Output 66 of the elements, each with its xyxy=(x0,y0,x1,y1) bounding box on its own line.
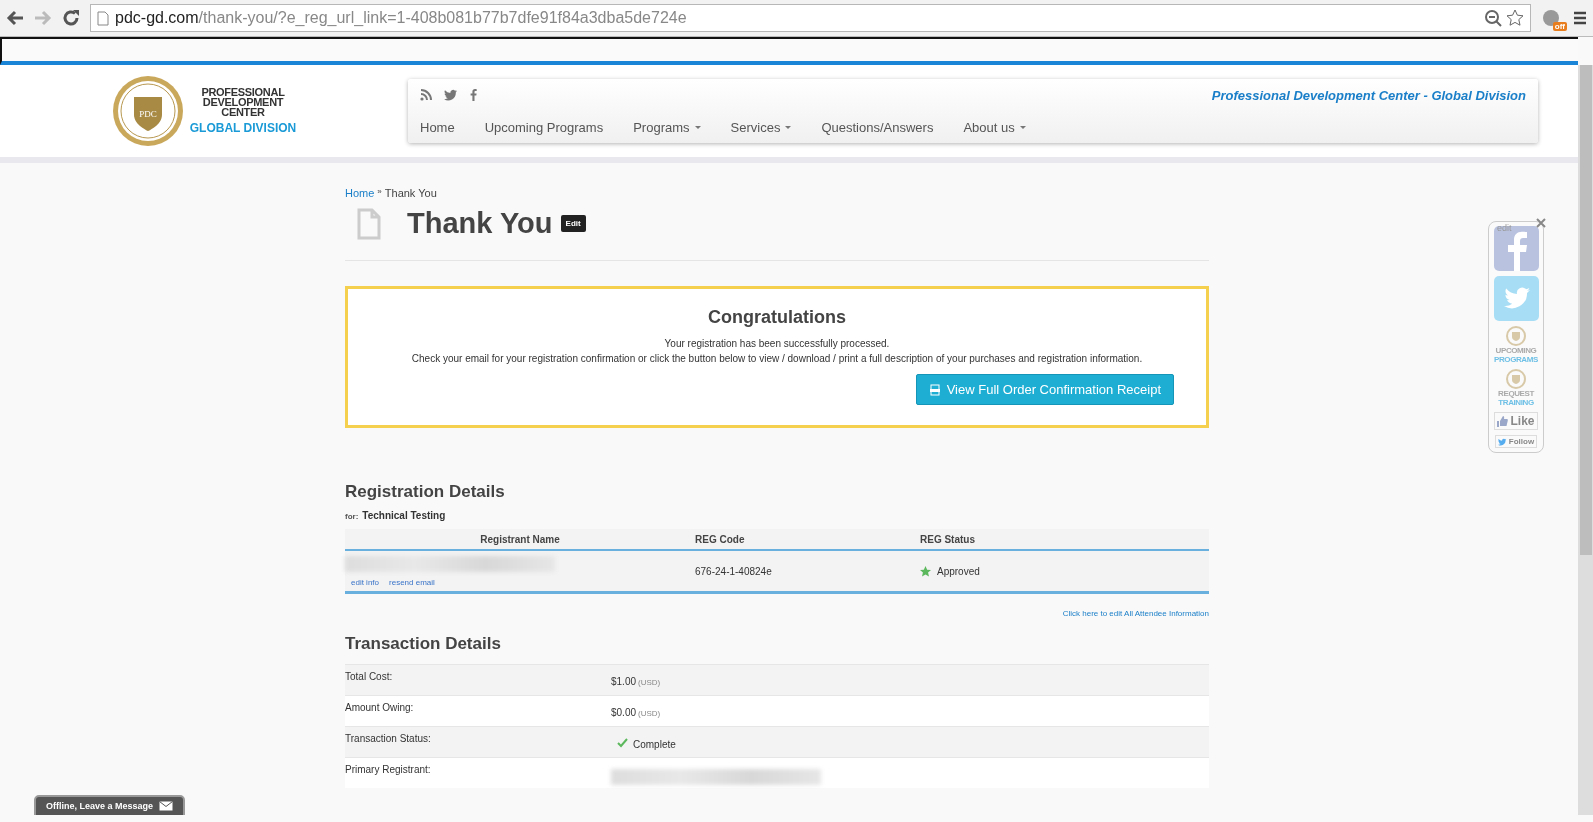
bird-icon xyxy=(1497,437,1507,446)
nav-link[interactable]: Upcoming Programs xyxy=(484,119,604,135)
field-value: Complete xyxy=(633,739,676,750)
row-action-link[interactable]: resend email xyxy=(389,577,435,587)
field-value: $1.00 xyxy=(611,676,637,687)
document-icon xyxy=(928,383,941,396)
section-title: Transaction Details xyxy=(345,634,502,654)
section-title: Registration Details xyxy=(345,482,506,502)
notice-title: Congratulations xyxy=(708,307,846,328)
badge-label[interactable]: UPCOMING xyxy=(1495,346,1537,355)
star-icon[interactable] xyxy=(1506,9,1524,27)
nav-link[interactable]: Home xyxy=(420,119,455,135)
page-icon xyxy=(97,10,109,26)
nav-link[interactable]: Questions/Answers xyxy=(821,119,934,135)
page-title: Thank You xyxy=(407,207,553,240)
breadcrumb-link[interactable]: Home xyxy=(345,187,375,199)
thumbs-up-icon xyxy=(1497,415,1509,427)
back-button[interactable] xyxy=(6,10,24,26)
currency-label: (USD) xyxy=(638,678,661,687)
envelope-icon xyxy=(159,801,174,811)
site-tagline: Professional Development Center - Global Division xyxy=(1211,87,1526,103)
logo-division: GLOBAL DIVISION xyxy=(189,121,297,135)
rss-icon[interactable] xyxy=(420,89,432,101)
currency-label: (USD) xyxy=(638,709,661,718)
field-value: $0.00 xyxy=(611,707,637,718)
follow-button[interactable]: Follow xyxy=(1494,435,1538,448)
zoom-out-icon[interactable] xyxy=(1484,9,1502,27)
edit-button[interactable]: Edit xyxy=(560,215,586,232)
logo-text: CENTER xyxy=(221,107,265,117)
row-action-link[interactable]: edit info xyxy=(351,577,380,587)
chat-button[interactable]: Offline, Leave a Message xyxy=(34,795,186,815)
like-button[interactable]: Like xyxy=(1494,412,1538,430)
notice-text: Check your email for your registration confirmation or click the button below to view / download / print a full description of your purchases and registration information. xyxy=(411,352,1143,366)
reload-button[interactable] xyxy=(62,9,80,27)
field-label: Transaction Status: xyxy=(345,733,432,746)
nav-link[interactable]: About us xyxy=(963,119,1026,135)
page-icon xyxy=(357,207,381,240)
menu-icon[interactable] xyxy=(1573,10,1587,26)
star-icon xyxy=(920,565,931,577)
column-header: REG Code xyxy=(695,533,746,545)
notice-text: Your registration has been successfully processed. xyxy=(664,337,890,351)
seal-logo: PDC xyxy=(111,75,184,147)
check-icon xyxy=(617,738,628,748)
logo-text: DEVELOPMENT xyxy=(202,97,284,107)
field-label: Amount Owing: xyxy=(345,702,415,715)
receipt-button[interactable]: View Full Order Confirmation Receipt xyxy=(915,374,1174,405)
logo-text: PROFESSIONAL xyxy=(201,87,285,97)
field-label: Total Cost: xyxy=(345,671,394,684)
extension-badge: off xyxy=(1552,22,1567,31)
column-header: REG Status xyxy=(920,533,976,545)
breadcrumb-separator: » xyxy=(377,187,382,198)
facebook-icon[interactable] xyxy=(470,89,477,101)
twitter-icon[interactable] xyxy=(444,89,458,101)
event-name: Technical Testing xyxy=(362,510,446,521)
edit-attendees-link[interactable]: Click here to edit All Attendee Information xyxy=(345,609,1209,618)
table-cell-text: 676-24-1-40824e xyxy=(695,565,773,577)
address-bar[interactable]: pdc-gd.com/thank-you/?e_reg_url_link=1-408b081b77b7dfe91f84a3dba5de724e xyxy=(90,4,1531,32)
scrollbar[interactable] xyxy=(1578,65,1593,815)
status-text: Approved xyxy=(937,565,980,577)
for-label: for: xyxy=(345,512,359,521)
close-icon[interactable] xyxy=(1536,218,1546,228)
nav-link[interactable]: Programs xyxy=(633,119,701,135)
field-label: Primary Registrant: xyxy=(345,764,432,777)
nav-link[interactable]: Services xyxy=(730,119,792,135)
breadcrumb-current: Thank You xyxy=(384,187,437,199)
column-header: Registrant Name xyxy=(479,533,561,545)
